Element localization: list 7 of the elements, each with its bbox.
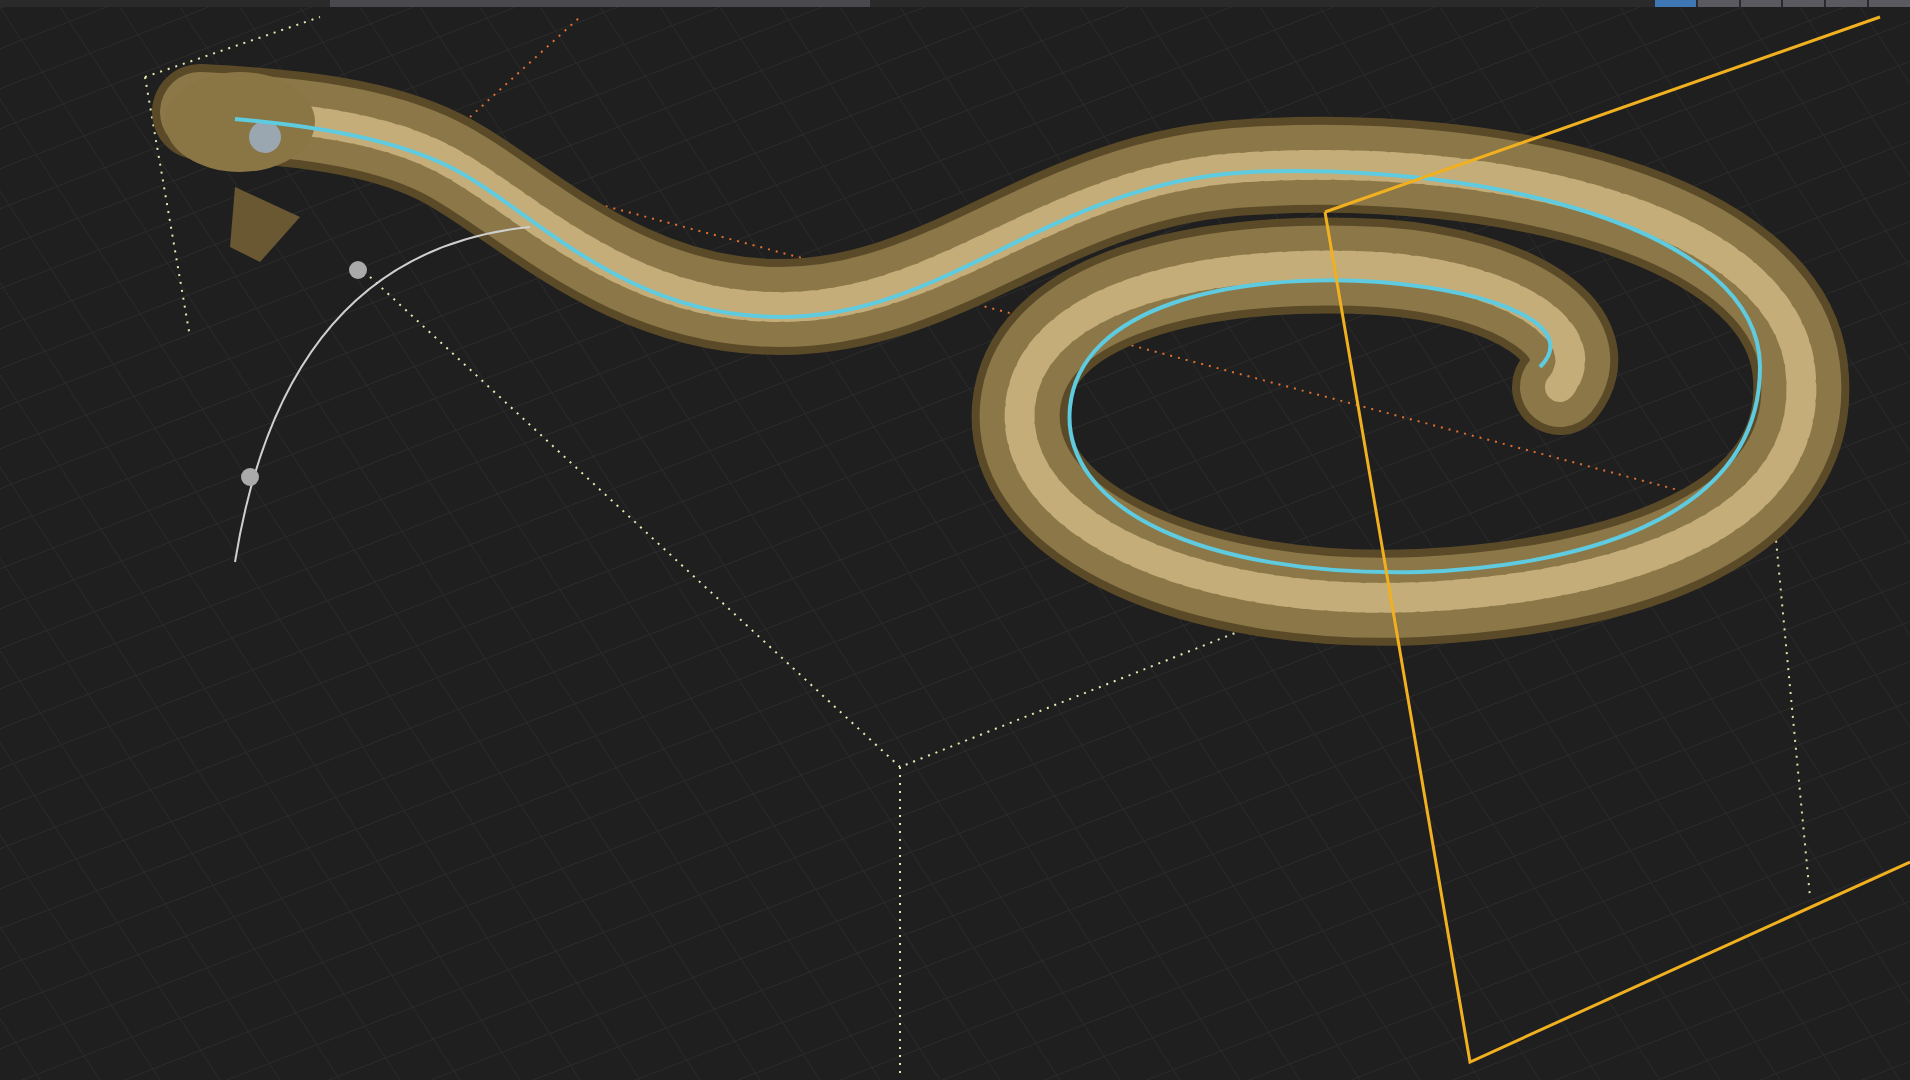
toolbar-tab[interactable] [1783,0,1825,7]
viewport-canvas[interactable] [0,7,1910,1080]
motion-path[interactable] [234,226,531,563]
toolbar-tab[interactable] [1740,0,1782,7]
spline-curve[interactable] [234,117,1762,574]
toolbar-tab[interactable] [1826,0,1868,7]
toolbar-tab[interactable] [1697,0,1739,7]
